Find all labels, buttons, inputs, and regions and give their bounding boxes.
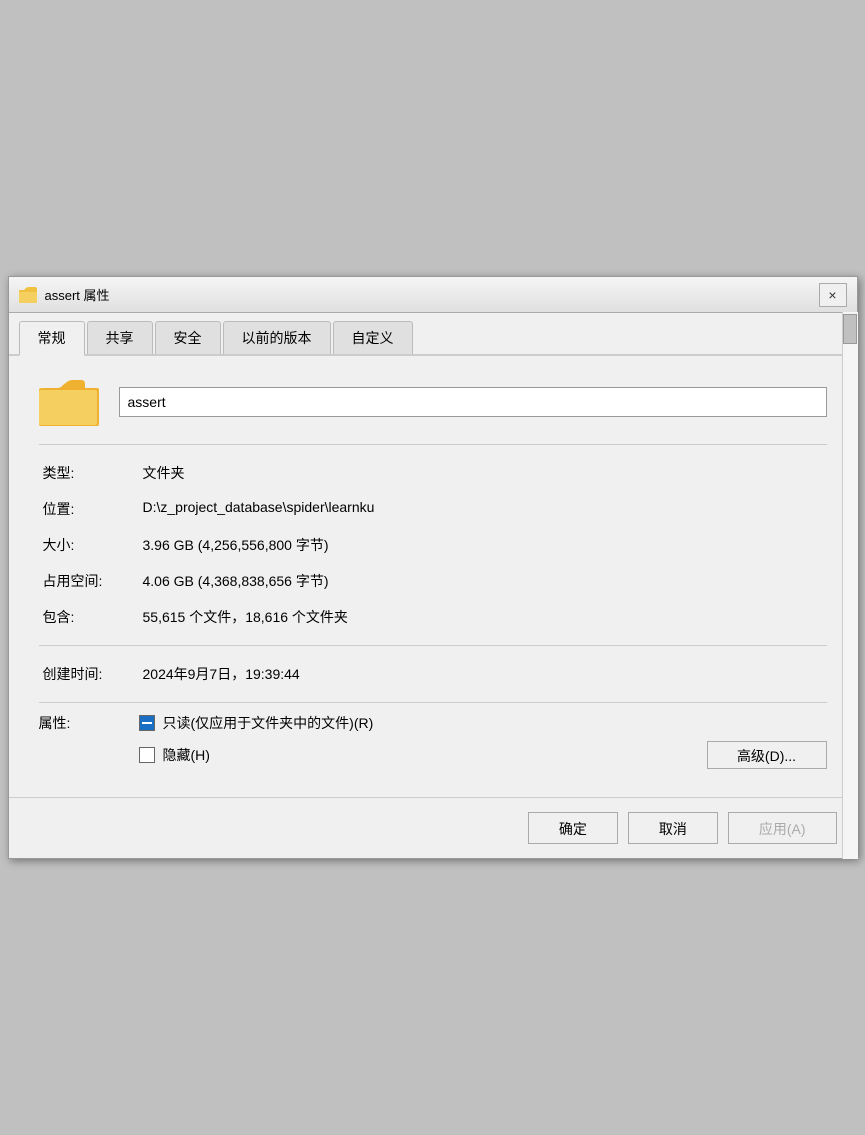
table-row: 包含: 55,615 个文件，18,616 个文件夹 [39,599,827,635]
properties-table: 类型: 文件夹 位置: D:\z_project_database\spider… [39,455,827,635]
tab-previous[interactable]: 以前的版本 [223,321,331,354]
readonly-row: 只读(仅应用于文件夹中的文件)(R) [139,713,827,733]
divider-2 [39,645,827,646]
prop-value-type: 文件夹 [139,455,827,491]
attributes-key: 属性: [39,713,139,733]
prop-key-type: 类型: [39,455,139,491]
title-bar: assert 属性 × [9,277,857,313]
ok-button[interactable]: 确定 [528,812,618,844]
readonly-checkbox[interactable] [139,715,155,731]
close-button[interactable]: × [819,283,847,307]
folder-name-row [39,376,827,428]
attributes-section: 属性: 只读(仅应用于文件夹中的文件)(R) 隐藏(H) 高级(D)... [39,713,827,769]
tab-security[interactable]: 安全 [155,321,221,354]
table-row: 类型: 文件夹 [39,455,827,491]
tab-share[interactable]: 共享 [87,321,153,354]
table-row: 创建时间: 2024年9月7日，19:39:44 [39,656,827,692]
hidden-checkbox[interactable] [139,747,155,763]
table-row: 大小: 3.96 GB (4,256,556,800 字节) [39,527,827,563]
tab-bar: 常规 共享 安全 以前的版本 自定义 [9,313,857,356]
tab-custom[interactable]: 自定义 [333,321,413,354]
readonly-label: 只读(仅应用于文件夹中的文件)(R) [163,713,374,733]
prop-key-contains: 包含: [39,599,139,635]
hidden-label: 隐藏(H) [163,745,210,765]
created-time-value: 2024年9月7日，19:39:44 [139,656,827,692]
prop-key-occupied: 占用空间: [39,563,139,599]
table-row: 位置: D:\z_project_database\spider\learnku [39,491,827,527]
prop-value-location: D:\z_project_database\spider\learnku [139,491,827,527]
title-bar-text: assert 属性 [45,285,819,304]
attributes-row: 属性: 只读(仅应用于文件夹中的文件)(R) 隐藏(H) 高级(D)... [39,713,827,769]
bottom-bar: 确定 取消 应用(A) [9,797,857,858]
created-time-table: 创建时间: 2024年9月7日，19:39:44 [39,656,827,692]
created-time-key: 创建时间: [39,656,139,692]
apply-button[interactable]: 应用(A) [728,812,837,844]
prop-value-size: 3.96 GB (4,256,556,800 字节) [139,527,827,563]
scrollbar[interactable] [842,312,858,859]
window-icon [19,286,37,304]
content-area: 类型: 文件夹 位置: D:\z_project_database\spider… [9,356,857,797]
folder-icon [39,376,99,428]
divider-1 [39,444,827,445]
prop-value-contains: 55,615 个文件，18,616 个文件夹 [139,599,827,635]
folder-name-input[interactable] [119,387,827,417]
prop-key-size: 大小: [39,527,139,563]
prop-value-occupied: 4.06 GB (4,368,838,656 字节) [139,563,827,599]
advanced-button[interactable]: 高级(D)... [707,741,827,769]
attributes-controls: 只读(仅应用于文件夹中的文件)(R) 隐藏(H) 高级(D)... [139,713,827,769]
table-row: 占用空间: 4.06 GB (4,368,838,656 字节) [39,563,827,599]
tab-general[interactable]: 常规 [19,321,85,356]
prop-key-location: 位置: [39,491,139,527]
cancel-button[interactable]: 取消 [628,812,718,844]
divider-3 [39,702,827,703]
hidden-row: 隐藏(H) [139,745,210,765]
